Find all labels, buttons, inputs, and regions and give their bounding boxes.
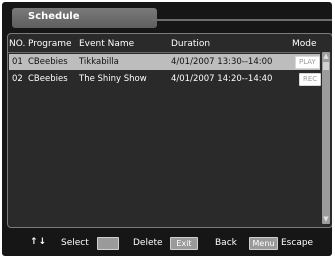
back-hint-label: Back xyxy=(215,238,237,248)
row-duration: 4/01/2007 13:30--14:00 xyxy=(171,57,273,67)
scroll-thumb[interactable] xyxy=(323,62,329,70)
escape-hint-label: Escape xyxy=(281,238,314,248)
title-bar: Schedule xyxy=(12,8,157,28)
schedule-table: NO. Programe Event Name Duration Mode 01… xyxy=(7,33,332,228)
key-hint-bar: ↑↓ Select Delete Exit Back Menu Escape xyxy=(2,234,332,254)
column-header-programme: Programe xyxy=(28,39,72,49)
delete-hint-label: Delete xyxy=(133,238,163,248)
mode-play-button[interactable]: PLAY xyxy=(295,56,320,69)
column-header-no: NO. xyxy=(9,39,26,49)
row-programme: CBeebies xyxy=(28,74,68,84)
column-header-mode: Mode xyxy=(292,39,317,49)
row-duration: 4/01/2007 14:20--14:40 xyxy=(171,74,273,84)
column-header-duration: Duration xyxy=(171,39,211,49)
column-header-event-name: Event Name xyxy=(79,39,135,49)
table-row[interactable]: 01 CBeebies Tikkabilla 4/01/2007 13:30--… xyxy=(9,54,320,70)
scrollbar[interactable]: ▲ ▼ xyxy=(322,52,330,224)
header-divider xyxy=(8,52,320,53)
mode-rec-button[interactable]: REC xyxy=(299,73,322,86)
row-event-name: Tikkabilla xyxy=(79,57,119,67)
select-hint-label: Select xyxy=(61,238,89,248)
title-divider xyxy=(152,19,332,21)
menu-key-icon: Menu xyxy=(249,237,278,250)
table-row[interactable]: 02 CBeebies The Shiny Show 4/01/2007 14:… xyxy=(9,71,322,87)
row-number: 02 xyxy=(12,74,23,84)
page-title: Schedule xyxy=(28,11,80,22)
scroll-up-icon[interactable]: ▲ xyxy=(322,52,330,61)
delete-key-icon xyxy=(97,237,119,250)
row-event-name: The Shiny Show xyxy=(79,74,147,84)
row-number: 01 xyxy=(12,57,23,67)
up-down-arrows-icon: ↑↓ xyxy=(30,237,48,247)
schedule-screen: Schedule NO. Programe Event Name Duratio… xyxy=(2,2,332,256)
scroll-down-icon[interactable]: ▼ xyxy=(322,215,330,224)
row-programme: CBeebies xyxy=(28,57,68,67)
exit-key-icon: Exit xyxy=(170,237,198,250)
